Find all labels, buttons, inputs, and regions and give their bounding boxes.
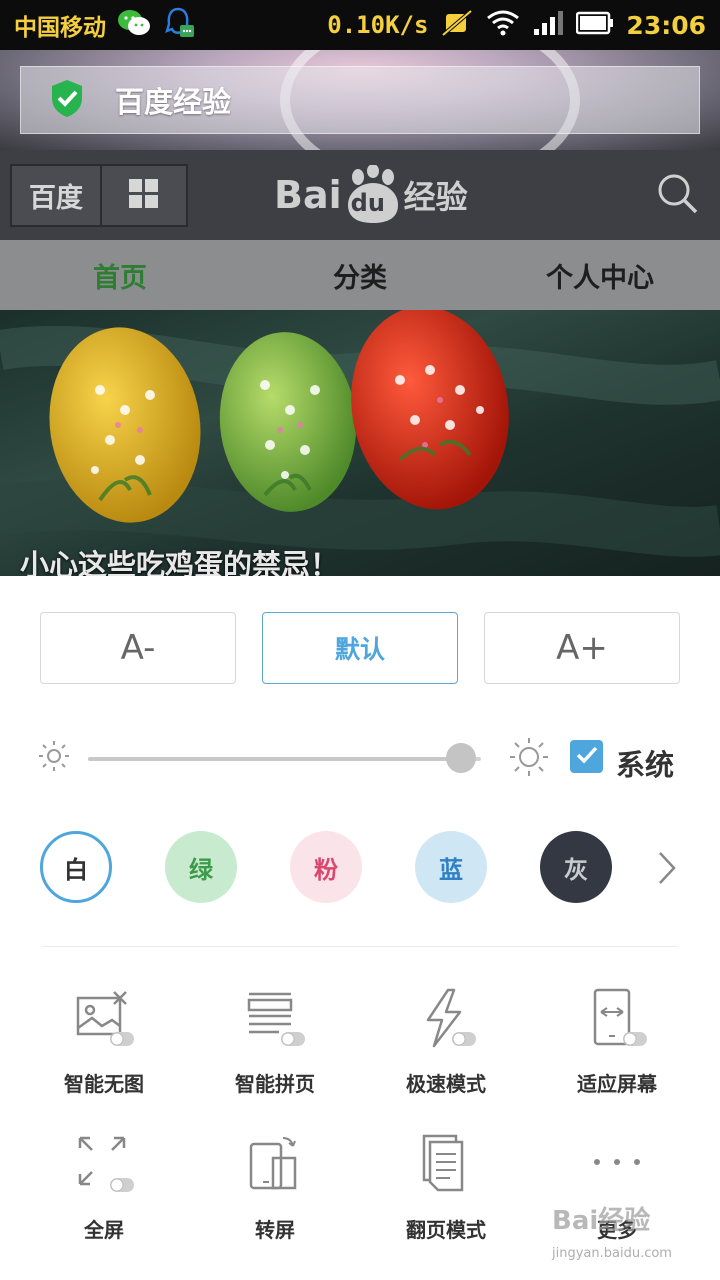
brightness-slider[interactable] bbox=[88, 757, 481, 761]
font-default-button[interactable]: 默认 bbox=[262, 612, 458, 684]
hero-banner[interactable]: 小心这些吃鸡蛋的禁忌！ bbox=[0, 310, 720, 576]
brightness-slider-thumb[interactable] bbox=[446, 743, 477, 773]
tab-profile[interactable]: 个人中心 bbox=[480, 240, 720, 310]
battery-icon bbox=[576, 11, 614, 39]
apps-grid-button[interactable] bbox=[102, 166, 186, 225]
theme-white[interactable]: 白 bbox=[40, 831, 112, 903]
status-bar: 中国移动 0.10K/s 23:06 bbox=[0, 0, 720, 50]
logo-du: du bbox=[350, 189, 385, 217]
more-icon bbox=[581, 1132, 653, 1204]
fit-screen-icon bbox=[581, 986, 653, 1058]
clock: 23:06 bbox=[626, 10, 706, 40]
font-increase-button[interactable]: A+ bbox=[484, 612, 680, 684]
rotate-screen-icon bbox=[239, 1132, 311, 1204]
qq-icon bbox=[162, 6, 196, 44]
tab-home[interactable]: 首页 bbox=[0, 240, 240, 310]
function-label: 智能无图 bbox=[64, 1072, 144, 1096]
baidu-home-button[interactable]: 百度 bbox=[12, 166, 102, 225]
rotate-screen-button[interactable]: 转屏 bbox=[189, 1132, 361, 1252]
function-label: 翻页模式 bbox=[406, 1218, 486, 1242]
toggle-smart-no-image[interactable]: 智能无图 bbox=[18, 986, 190, 1106]
logo-jingyan: 经验 bbox=[403, 178, 468, 216]
brightness-low-icon bbox=[36, 738, 72, 778]
wechat-icon bbox=[116, 8, 152, 42]
system-brightness-checkbox[interactable] bbox=[570, 740, 603, 773]
toggle-smart-page-merge[interactable]: 智能拼页 bbox=[189, 986, 361, 1106]
baidu-jingyan-logo[interactable]: Bai du 经验 bbox=[274, 162, 468, 228]
theme-gray[interactable]: 灰 bbox=[540, 831, 612, 903]
logo-bai: Bai bbox=[274, 173, 342, 217]
checkmark-icon bbox=[574, 742, 600, 772]
function-label: 转屏 bbox=[255, 1218, 295, 1242]
carrier-name: 中国移动 bbox=[14, 15, 106, 41]
function-label: 极速模式 bbox=[406, 1072, 486, 1096]
theme-selector: 白 绿 粉 蓝 灰 bbox=[0, 831, 720, 907]
function-label: 适应屏幕 bbox=[577, 1072, 657, 1096]
chevron-right-icon[interactable] bbox=[655, 849, 679, 891]
grid-icon bbox=[128, 178, 160, 214]
function-label: 智能拼页 bbox=[235, 1072, 315, 1096]
shield-check-icon bbox=[49, 78, 85, 122]
tab-categories[interactable]: 分类 bbox=[240, 240, 480, 310]
toggle-speed-mode[interactable]: 极速模式 bbox=[360, 986, 532, 1106]
reader-settings-panel: A- 默认 A+ 系统 白 绿 粉 蓝 灰 智能无图 智能拼页 极速模式 适应屏… bbox=[0, 576, 720, 1280]
security-banner[interactable]: 百度经验 bbox=[20, 66, 700, 134]
toggle-fit-screen[interactable]: 适应屏幕 bbox=[531, 986, 703, 1106]
no-image-icon bbox=[68, 986, 140, 1058]
banner-title: 百度经验 bbox=[115, 85, 232, 119]
easter-eggs-image bbox=[0, 310, 720, 557]
page-merge-icon bbox=[239, 986, 311, 1058]
network-speed: 0.10K/s bbox=[327, 11, 429, 39]
watermark-url: jingyan.baidu.com bbox=[552, 1246, 672, 1261]
system-brightness-label: 系统 bbox=[616, 748, 675, 782]
font-decrease-button[interactable]: A- bbox=[40, 612, 236, 684]
fullscreen-icon bbox=[68, 1132, 140, 1204]
brightness-slider-fill bbox=[88, 757, 462, 761]
brightness-high-icon bbox=[508, 736, 550, 782]
baidu-watermark: Bai经验 bbox=[552, 1206, 651, 1236]
brightness-control: 系统 bbox=[36, 726, 686, 790]
page-turn-mode-button[interactable]: 翻页模式 bbox=[360, 1132, 532, 1252]
lightning-icon bbox=[410, 986, 482, 1058]
theme-green[interactable]: 绿 bbox=[165, 831, 237, 903]
signal-icon bbox=[532, 9, 564, 41]
theme-blue[interactable]: 蓝 bbox=[415, 831, 487, 903]
search-icon[interactable] bbox=[656, 172, 700, 220]
function-label: 全屏 bbox=[84, 1218, 124, 1242]
theme-pink[interactable]: 粉 bbox=[290, 831, 362, 903]
main-nav-tabs: 首页 分类 个人中心 bbox=[0, 240, 720, 310]
site-header: 百度 Bai du 经验 bbox=[0, 150, 720, 240]
toggle-fullscreen[interactable]: 全屏 bbox=[18, 1132, 190, 1252]
header-left-group: 百度 bbox=[10, 164, 188, 227]
hero-caption: 小心这些吃鸡蛋的禁忌！ bbox=[20, 548, 340, 576]
paw-icon: du bbox=[342, 164, 404, 225]
page-turn-icon bbox=[410, 1132, 482, 1204]
section-divider bbox=[42, 946, 678, 947]
wifi-icon bbox=[486, 9, 520, 41]
mute-icon bbox=[440, 8, 474, 42]
top-banner: 百度经验 bbox=[0, 50, 720, 150]
